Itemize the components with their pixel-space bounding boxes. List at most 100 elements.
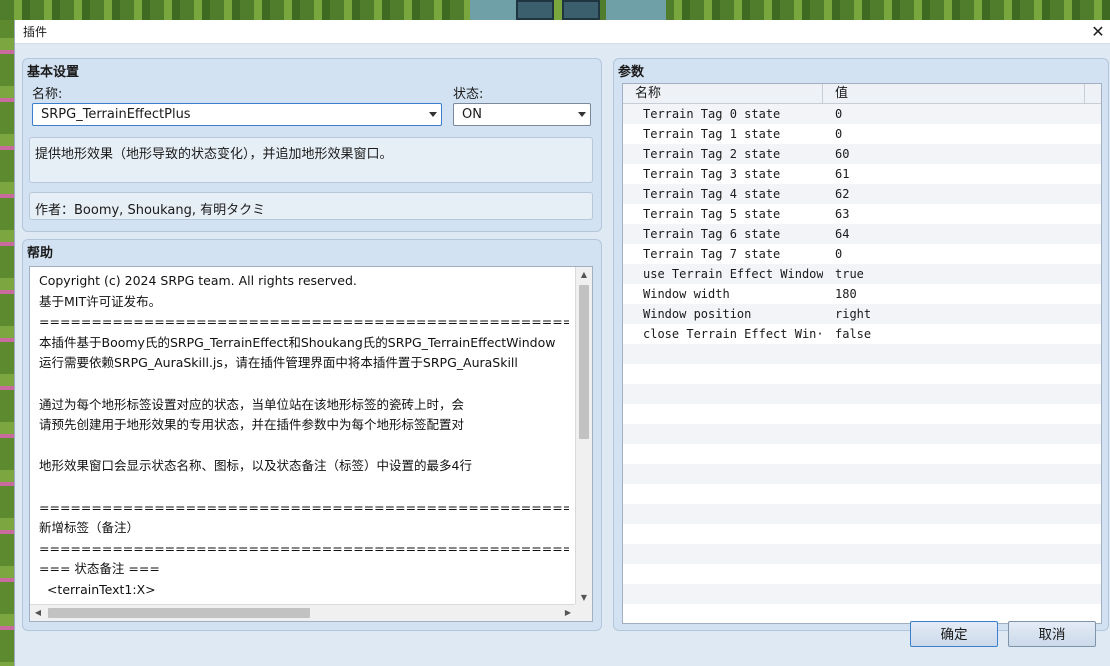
param-value: 60 [835, 147, 850, 161]
table-row[interactable]: Terrain Tag 1 state 0 [623, 124, 1101, 144]
params-group: 参数 名称 值 Terrain Tag 0 state 0 Terrain Tag … [613, 58, 1109, 631]
help-line: ========================================… [39, 540, 569, 556]
param-name: use Terrain Effect Window [643, 267, 823, 281]
param-name: Terrain Tag 2 state [643, 147, 781, 161]
table-row-empty [623, 384, 1101, 404]
help-line [39, 374, 569, 395]
params-table[interactable]: 名称 值 Terrain Tag 0 state 0 Terrain Tag 1 s… [622, 83, 1102, 624]
window-title: 插件 [23, 25, 48, 39]
param-name: Terrain Tag 0 state [643, 107, 781, 121]
param-value: 0 [835, 247, 843, 261]
column-header-name[interactable]: 名称 [623, 84, 823, 103]
help-line: Copyright (c) 2024 SRPG team. All rights… [39, 273, 357, 288]
plugin-state-value: ON [462, 107, 482, 122]
map-stone-tile [516, 0, 554, 20]
help-line: 本插件基于Boomy氏的SRPG_TerrainEffect和Shoukang氏… [39, 334, 556, 350]
help-line [39, 436, 569, 457]
name-label: 名称: [32, 87, 63, 102]
help-line: 基于MIT许可证发布。 [39, 293, 162, 309]
help-text-area[interactable]: Copyright (c) 2024 SRPG team. All rights… [29, 266, 593, 622]
table-row-empty [623, 464, 1101, 484]
table-row[interactable]: Terrain Tag 5 state 63 [623, 204, 1101, 224]
param-value: 62 [835, 187, 850, 201]
table-row[interactable]: Terrain Tag 7 state 0 [623, 244, 1101, 264]
param-value: 0 [835, 127, 843, 141]
table-row-empty [623, 564, 1101, 584]
table-row-empty [623, 504, 1101, 524]
param-value: 180 [835, 287, 857, 301]
help-line: 新增标签（备注） [39, 520, 140, 536]
param-value: false [835, 327, 872, 341]
table-row-empty [623, 364, 1101, 384]
map-pond [606, 0, 666, 20]
help-line: 通过为每个地形标签设置对应的状态，当单位站在该地形标签的瓷砖上时，会 [39, 396, 465, 412]
horizontal-scrollbar[interactable]: ◀ ▶ [30, 604, 576, 621]
table-row-empty [623, 524, 1101, 544]
vertical-scrollbar[interactable]: ▲ ▼ [575, 267, 592, 606]
param-name: Terrain Tag 3 state [643, 167, 781, 181]
help-line: <terrainText2:X> [39, 601, 569, 602]
table-row[interactable]: use Terrain Effect Window true [623, 264, 1101, 284]
table-row[interactable]: Window width 180 [623, 284, 1101, 304]
table-row[interactable]: Terrain Tag 3 state 61 [623, 164, 1101, 184]
scroll-right-icon[interactable]: ▶ [560, 605, 576, 621]
scroll-left-icon[interactable]: ◀ [30, 605, 46, 621]
basic-settings-title: 基本设置 [27, 65, 80, 80]
scroll-up-icon[interactable]: ▲ [576, 267, 592, 283]
params-table-header: 名称 值 [623, 84, 1101, 104]
cancel-button[interactable]: 取消 [1008, 621, 1096, 647]
map-stone-tile [562, 0, 600, 20]
param-name: Terrain Tag 7 state [643, 247, 781, 261]
table-row[interactable]: Terrain Tag 2 state 60 [623, 144, 1101, 164]
help-line: ========================================… [39, 314, 569, 330]
params-title: 参数 [618, 65, 645, 80]
help-title: 帮助 [27, 246, 54, 261]
table-row[interactable]: Terrain Tag 0 state 0 [623, 104, 1101, 124]
table-row-empty [623, 444, 1101, 464]
param-name: Terrain Tag 6 state [643, 227, 781, 241]
state-label: 状态: [453, 87, 484, 102]
plugin-author: 作者：Boomy, Shoukang, 有明タクミ [29, 192, 593, 220]
param-value: right [835, 307, 872, 321]
param-value: 61 [835, 167, 850, 181]
vertical-scroll-thumb[interactable] [579, 285, 589, 439]
param-value: true [835, 267, 864, 281]
plugin-dialog: 插件 ✕ 基本设置 名称: 状态: SRPG_TerrainEffectPlus… [14, 20, 1110, 666]
help-line: <terrainText1:X> [39, 581, 156, 597]
table-row[interactable]: Terrain Tag 4 state 62 [623, 184, 1101, 204]
table-row-empty [623, 344, 1101, 364]
table-row-empty [623, 484, 1101, 504]
table-row-empty [623, 544, 1101, 564]
game-map-edge [0, 20, 14, 666]
column-header-value[interactable]: 值 [823, 84, 1085, 103]
close-icon[interactable]: ✕ [1088, 22, 1108, 42]
param-value: 0 [835, 107, 843, 121]
help-line [39, 477, 569, 498]
basic-settings-group: 基本设置 名称: 状态: SRPG_TerrainEffectPlus ON 提… [22, 58, 602, 232]
help-line: 请预先创建用于地形效果的专用状态，并在插件参数中为每个地形标签配置对 [39, 417, 465, 433]
help-line: ========================================… [39, 499, 569, 515]
params-table-body: Terrain Tag 0 state 0 Terrain Tag 1 state 0… [623, 104, 1101, 623]
table-row-empty [623, 424, 1101, 444]
param-name: close Terrain Effect Win··· [643, 327, 823, 341]
ok-button[interactable]: 确定 [910, 621, 998, 647]
table-row[interactable]: Terrain Tag 6 state 64 [623, 224, 1101, 244]
table-row-empty [623, 584, 1101, 604]
param-name: Terrain Tag 5 state [643, 207, 781, 221]
param-name: Window width [643, 287, 730, 301]
game-map-background [0, 0, 1110, 20]
param-value: 63 [835, 207, 850, 221]
table-row[interactable]: Window position right [623, 304, 1101, 324]
help-group: 帮助 Copyright (c) 2024 SRPG team. All rig… [22, 239, 602, 631]
param-name: Terrain Tag 1 state [643, 127, 781, 141]
table-row[interactable]: close Terrain Effect Win··· false [623, 324, 1101, 344]
horizontal-scroll-thumb[interactable] [48, 608, 310, 618]
help-text: Copyright (c) 2024 SRPG team. All rights… [39, 271, 569, 601]
plugin-state-select[interactable]: ON [453, 103, 591, 126]
help-line: === 状态备注 === [39, 561, 160, 577]
plugin-name-select[interactable]: SRPG_TerrainEffectPlus [32, 103, 442, 126]
param-name: Terrain Tag 4 state [643, 187, 781, 201]
table-row-empty [623, 404, 1101, 424]
param-value: 64 [835, 227, 850, 241]
help-line: 地形效果窗口会显示状态名称、图标，以及状态备注（标签）中设置的最多4行 [39, 458, 472, 474]
